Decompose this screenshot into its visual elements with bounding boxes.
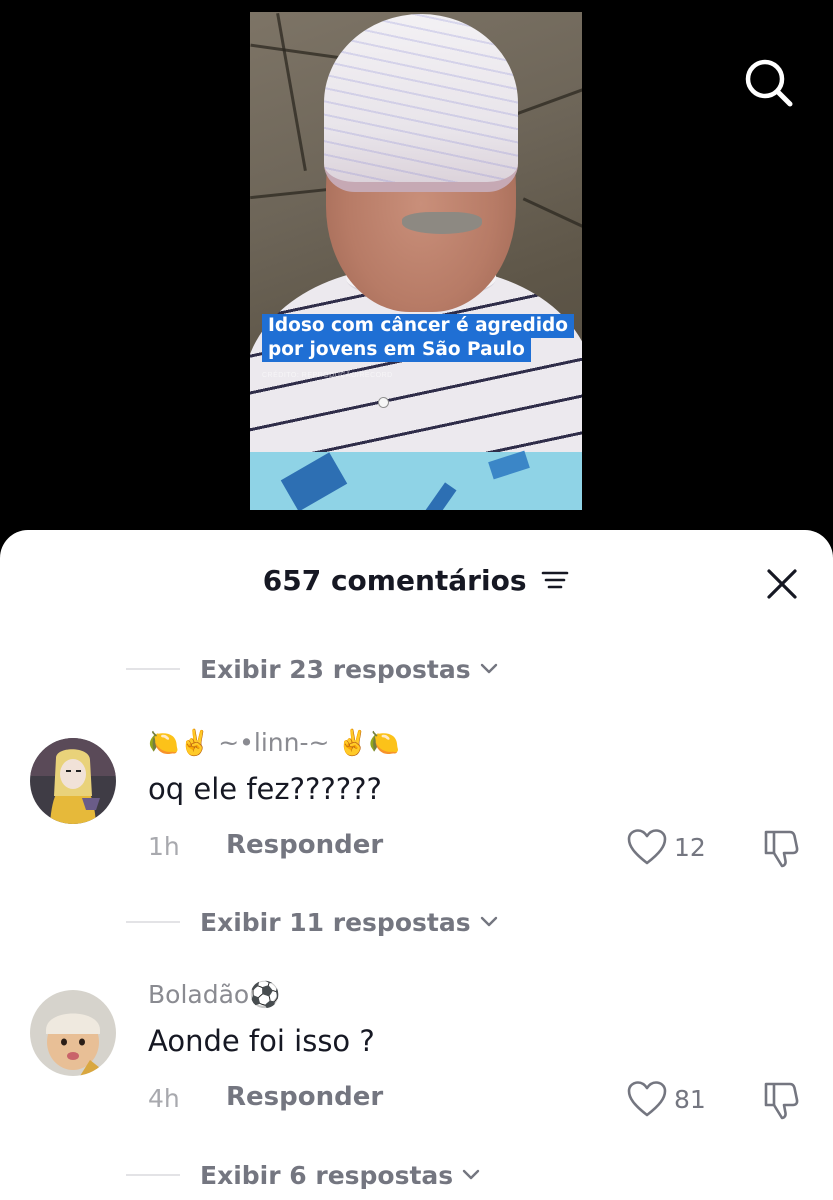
comments-count-title: 657 comentários [262,564,527,597]
view-replies-row[interactable]: Exibir 23 respostas [126,652,499,686]
heart-icon [627,829,667,865]
comments-panel: 657 comentários Exibir 23 respostas 🍋✌️ … [0,530,833,1200]
close-icon [767,569,797,599]
comment-item: 🍋✌️ ~•linn-~ ✌️🍋 oq ele fez?????? 1h Res… [0,720,833,900]
comment-username[interactable]: 🍋✌️ ~•linn-~ ✌️🍋 [148,728,400,758]
mustache [402,212,482,234]
sort-icon [541,571,569,588]
wall-crack [522,197,582,230]
comment-username[interactable]: Boladão⚽ [148,980,280,1010]
thumbs-down-icon [764,830,799,868]
comments-header: 657 comentários [0,564,833,599]
comment-text: Aonde foi isso ? [148,1024,375,1058]
caption-line-2: por jovens em São Paulo [262,338,531,362]
search-icon [745,59,793,107]
thumbs-down-icon [764,1082,799,1120]
app-screen: Idoso com câncer é agredido por jovens e… [0,0,833,1200]
heart-icon [627,1081,667,1117]
comment-time: 1h [148,832,180,861]
reply-button[interactable]: Responder [226,1082,383,1112]
like-button[interactable]: 12 [626,828,706,866]
divider [126,668,180,670]
avatar[interactable] [30,738,116,824]
head-bandage [324,14,518,192]
image-credit: CRÉDITO: REPRODUÇÃO/RECORD [262,372,393,379]
chevron-down-icon [462,1169,480,1180]
dislike-button[interactable] [760,826,804,870]
chevron-down-icon [480,663,497,674]
divider [126,1174,180,1176]
view-replies-label: Exibir 11 respostas [200,907,471,937]
divider [126,921,180,923]
video-caption: Idoso com câncer é agredido por jovens e… [262,314,575,362]
view-replies-row[interactable]: Exibir 11 respostas [126,905,499,939]
wall-crack [276,12,307,172]
shirt-button [378,397,389,408]
reply-button[interactable]: Responder [226,830,383,860]
chevron-down-icon [480,916,497,927]
avatar-image [30,738,116,824]
wall-crack [250,187,330,200]
sort-button[interactable] [540,566,570,599]
comment-item: Boladão⚽ Aonde foi isso ? 4h Responder 8… [0,972,833,1152]
comment-time: 4h [148,1084,180,1113]
dislike-button[interactable] [760,1078,804,1122]
close-button[interactable] [764,566,800,602]
view-replies-label: Exibir 6 respostas [200,1160,454,1190]
view-replies-row[interactable]: Exibir 6 respostas [126,1158,481,1192]
like-button[interactable]: 81 [626,1080,706,1118]
caption-line-1: Idoso com câncer é agredido [262,314,575,338]
view-replies-label: Exibir 23 respostas [200,654,471,684]
comment-text: oq ele fez?????? [148,772,382,806]
avatar[interactable] [30,990,116,1076]
like-count: 81 [674,1084,706,1114]
video-player[interactable]: Idoso com câncer é agredido por jovens e… [250,12,582,510]
like-count: 12 [674,832,706,862]
avatar-image [30,990,116,1076]
search-button[interactable] [740,54,796,110]
